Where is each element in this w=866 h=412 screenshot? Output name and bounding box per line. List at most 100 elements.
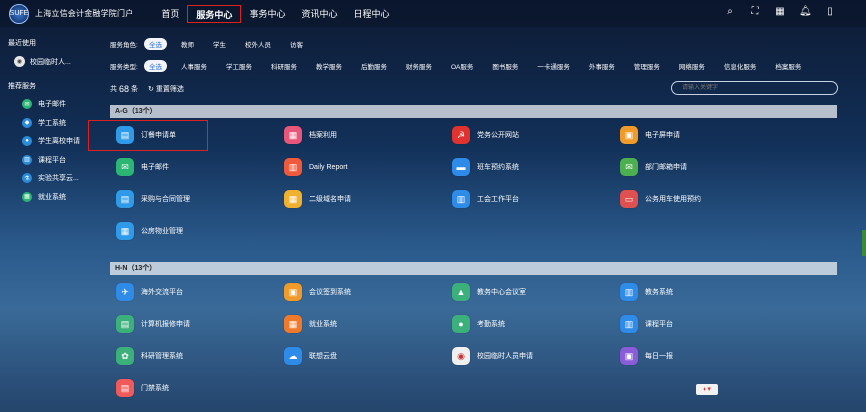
app-tile[interactable]: ☁ 联想云盘 xyxy=(284,346,337,366)
grid-icon[interactable]: ▦ xyxy=(774,6,786,17)
sidebar-item-employment[interactable]: ▦ 就业系统 xyxy=(22,188,95,207)
app-label: 就业系统 xyxy=(309,321,337,328)
app-tile[interactable]: ▥ 课程平台 xyxy=(620,314,673,334)
nav-schedule-center[interactable]: 日程中心 xyxy=(345,5,397,23)
type-chip[interactable]: 网络服务 xyxy=(674,60,710,72)
app-tile[interactable]: ▦ 就业系统 xyxy=(284,314,337,334)
scan-icon[interactable]: ⛶ xyxy=(749,6,761,17)
app-tile[interactable]: ▥ 工会工作平台 xyxy=(452,189,519,209)
app-icon: ▦ xyxy=(116,222,134,240)
app-tile[interactable]: ▦ 档案利用 xyxy=(284,125,337,145)
app-label: Daily Report xyxy=(309,163,348,171)
app-label: 校园临时人员申请 xyxy=(477,353,533,360)
search-input[interactable] xyxy=(671,81,838,95)
app-tile[interactable]: ✈ 海外交流平台 xyxy=(116,282,183,302)
recommended-list: ✉ 电子邮件 ◆ 学工系统 ● 学生离校申请 ▥ 课程平台 ⚗ 实验共享云...… xyxy=(0,95,95,206)
nav-affairs-center[interactable]: 事务中心 xyxy=(241,5,293,23)
app-tile[interactable]: ▥ 教务系统 xyxy=(620,282,673,302)
type-chip-all[interactable]: 全选 xyxy=(144,60,167,72)
brand-title[interactable]: 上海立信会计金融学院门户 xyxy=(35,8,133,19)
reset-filter-button[interactable]: ↻ 重置筛选 xyxy=(148,84,184,94)
section-header-hn: H-N（13个） xyxy=(110,262,837,275)
role-chip-teacher[interactable]: 教师 xyxy=(176,38,199,50)
app-label: 海外交流平台 xyxy=(141,289,183,296)
course-icon: ▥ xyxy=(22,154,32,165)
type-chip[interactable]: 外事服务 xyxy=(584,60,620,72)
app-tile[interactable]: ▤ 门禁系统 xyxy=(116,378,169,398)
app-tile[interactable]: ▣ 电子屏申请 xyxy=(620,125,680,145)
nav-home[interactable]: 首页 xyxy=(153,5,187,23)
briefcase-icon: ▦ xyxy=(22,191,32,202)
app-tile[interactable]: ☭ 党务公开网站 xyxy=(452,125,519,145)
app-tile[interactable]: ▣ 会议签到系统 xyxy=(284,282,351,302)
reset-label: 重置筛选 xyxy=(155,86,184,93)
app-icon: ✉ xyxy=(116,158,134,176)
app-tile[interactable]: ▥ Daily Report xyxy=(284,157,348,177)
sidebar-item-leave-school[interactable]: ● 学生离校申请 xyxy=(22,132,95,151)
sidebar: 最近使用 ◉ 校园临时人... 推荐服务 ✉ 电子邮件 ◆ 学工系统 ● 学生离… xyxy=(0,30,95,206)
recommended-title: 推荐服务 xyxy=(8,83,36,90)
type-chip[interactable]: OA服务 xyxy=(446,60,478,72)
role-chip-external[interactable]: 校外人员 xyxy=(240,38,276,50)
app-icon: ◉ xyxy=(452,347,470,365)
role-chip-student[interactable]: 学生 xyxy=(208,38,231,50)
type-chip[interactable]: 财务服务 xyxy=(401,60,437,72)
app-tile[interactable]: ▲ 教务中心会议室 xyxy=(452,282,526,302)
type-chip[interactable]: 图书服务 xyxy=(487,60,523,72)
sidebar-item-student-affairs[interactable]: ◆ 学工系统 xyxy=(22,114,95,133)
sidebar-item-lab-cloud[interactable]: ⚗ 实验共享云... xyxy=(22,169,95,188)
app-label: 采购与合同管理 xyxy=(141,196,190,203)
recent-item-label: 校园临时人... xyxy=(30,58,71,66)
type-chip[interactable]: 科研服务 xyxy=(266,60,302,72)
side-edge-tab[interactable] xyxy=(862,230,866,256)
role-chip-visitor[interactable]: 访客 xyxy=(285,38,308,50)
app-tile[interactable]: ▦ 公房物业管理 xyxy=(116,221,183,241)
app-tile[interactable]: ▭ 公务用车使用预约 xyxy=(620,189,701,209)
app-icon: ▥ xyxy=(452,190,470,208)
nav-news-center[interactable]: 资讯中心 xyxy=(293,5,345,23)
app-tile[interactable]: ● 考勤系统 xyxy=(452,314,505,334)
app-icon: ✈ xyxy=(116,283,134,301)
app-tile[interactable]: ✿ 科研管理系统 xyxy=(116,346,183,366)
nav-service-center[interactable]: 服务中心 xyxy=(187,4,242,23)
role-chip-all[interactable]: 全选 xyxy=(144,38,167,50)
type-chip[interactable]: 一卡通服务 xyxy=(532,60,575,72)
recent-item[interactable]: ◉ 校园临时人... xyxy=(14,56,95,67)
type-chip[interactable]: 学工服务 xyxy=(221,60,257,72)
app-icon: ▲ xyxy=(452,283,470,301)
bell-icon[interactable]: 🔔︎ xyxy=(799,6,812,17)
app-label: 工会工作平台 xyxy=(477,196,519,203)
app-icon: ▥ xyxy=(284,158,302,176)
count-prefix: 共 xyxy=(110,86,117,93)
app-icon: ▦ xyxy=(284,315,302,333)
sidebar-item-course-platform[interactable]: ▥ 课程平台 xyxy=(22,151,95,170)
app-tile[interactable]: ✉ 部门邮箱申请 xyxy=(620,157,687,177)
type-chip[interactable]: 管理服务 xyxy=(629,60,665,72)
app-tile[interactable]: ▬ 班车预约系统 xyxy=(452,157,519,177)
app-label: 计算机报修申请 xyxy=(141,321,190,328)
app-tile[interactable]: ✉ 电子邮件 xyxy=(116,157,169,177)
app-label: 部门邮箱申请 xyxy=(645,164,687,171)
app-tile[interactable]: ▣ 每日一报 xyxy=(620,346,673,366)
section-header-ag: A-G（13个） xyxy=(110,105,837,118)
app-tile[interactable]: ▤ 计算机报修申请 xyxy=(116,314,190,334)
type-filter-title: 服务类型: xyxy=(110,64,138,71)
app-tile[interactable]: ▦ 二级域名申请 xyxy=(284,189,351,209)
app-icon: ▥ xyxy=(620,283,638,301)
type-chip[interactable]: 信息化服务 xyxy=(719,60,762,72)
floating-button[interactable]: ◐▾ xyxy=(696,384,718,395)
type-chip[interactable]: 教学服务 xyxy=(311,60,347,72)
school-logo[interactable]: SUFE xyxy=(9,3,29,24)
type-chip[interactable]: 后勤服务 xyxy=(356,60,392,72)
phone-icon[interactable]: ▯ xyxy=(824,6,836,17)
app-label: 联想云盘 xyxy=(309,353,337,360)
app-tile[interactable]: ▤ 采购与合同管理 xyxy=(116,189,190,209)
app-icon: ▤ xyxy=(116,315,134,333)
sidebar-item-email[interactable]: ✉ 电子邮件 xyxy=(22,95,95,114)
search-icon[interactable]: ⌕ xyxy=(724,6,736,17)
type-chip[interactable]: 档案服务 xyxy=(770,60,806,72)
type-chip[interactable]: 人事服务 xyxy=(176,60,212,72)
app-icon: ▦ xyxy=(284,190,302,208)
type-filter: 服务类型: 全选 人事服务 学工服务 科研服务 教学服务 后勤服务 财务服务 O… xyxy=(110,60,815,72)
app-tile[interactable]: ◉ 校园临时人员申请 xyxy=(452,346,533,366)
